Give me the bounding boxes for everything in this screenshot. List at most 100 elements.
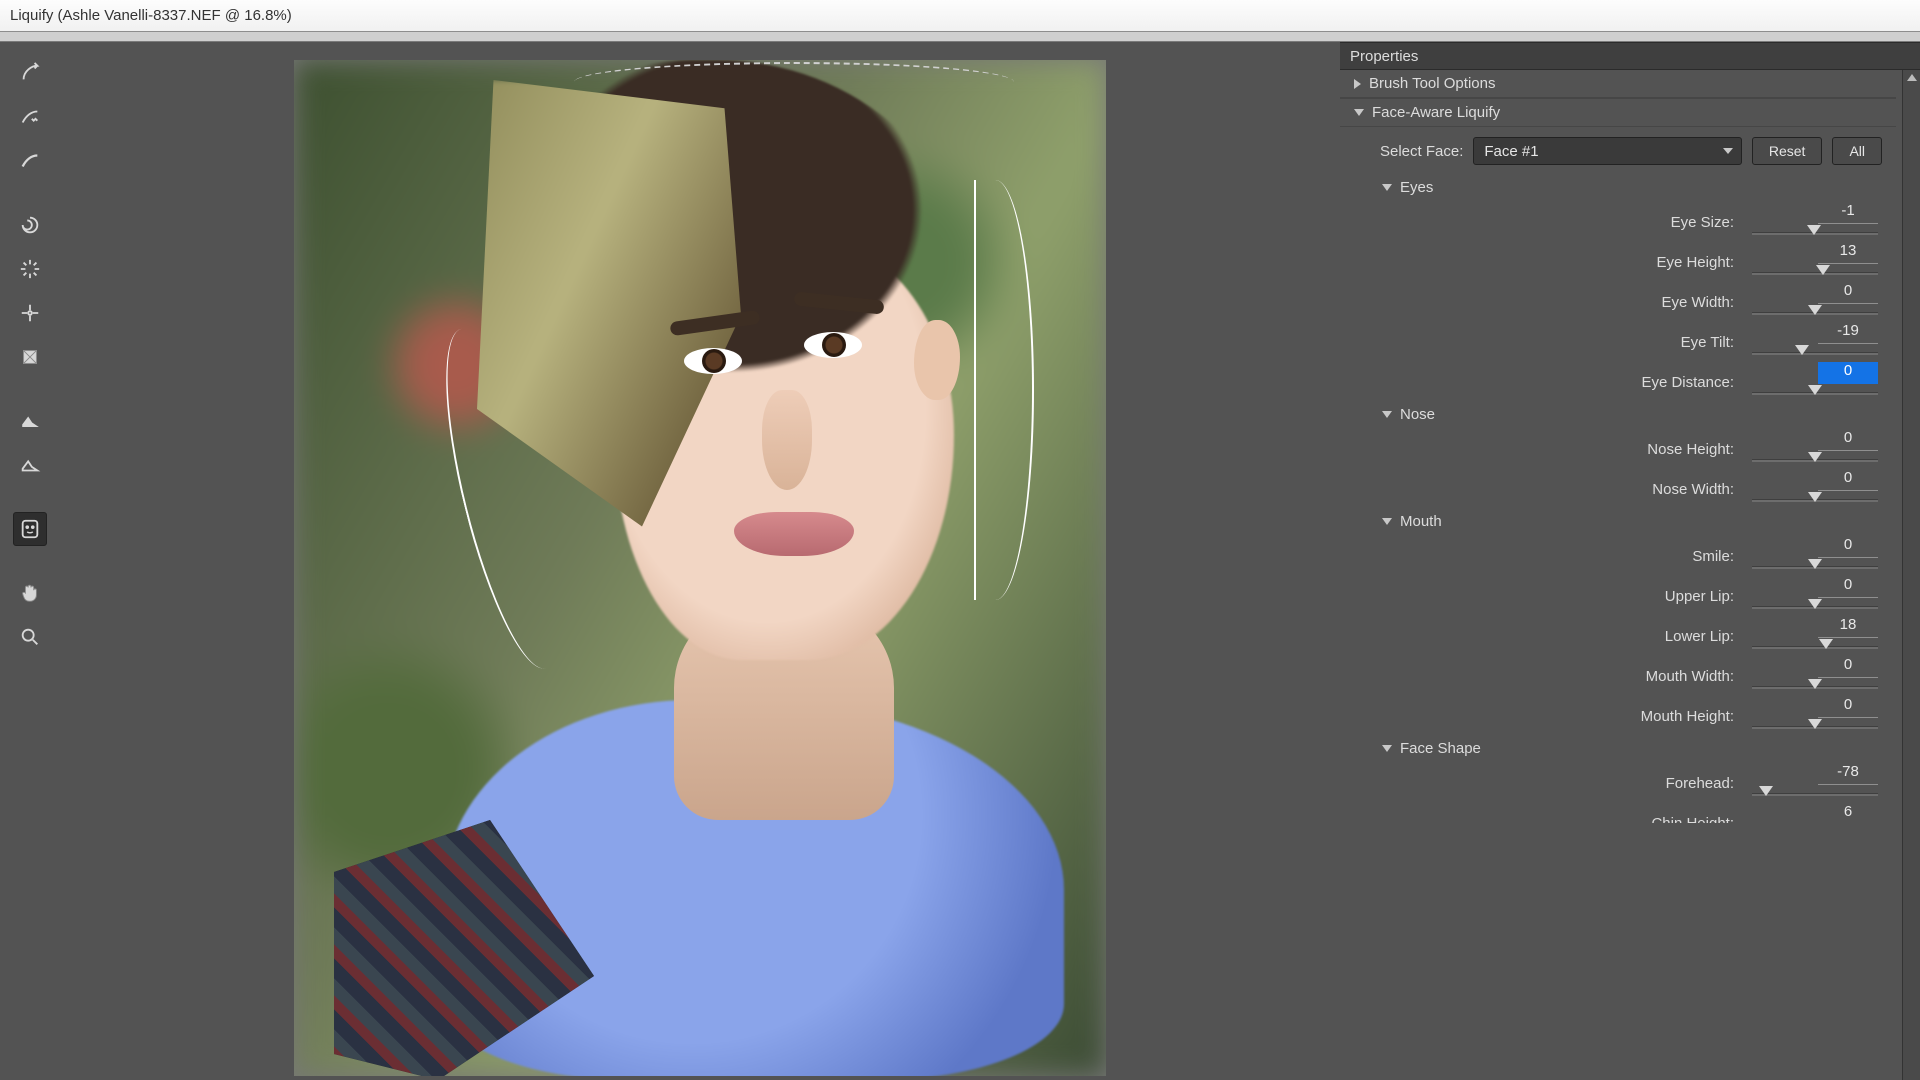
window-title: Liquify (Ashle Vanelli-8337.NEF @ 16.8%) [10,7,292,24]
chevron-down-icon [1382,518,1392,525]
eye-distance-slider[interactable] [1752,386,1878,400]
slider-thumb[interactable] [1816,265,1830,275]
zoom-tool[interactable] [13,620,47,654]
nose-height-slider[interactable] [1752,453,1878,467]
upper-lip-slider[interactable] [1752,600,1878,614]
toolbox [0,42,60,1080]
hand-tool[interactable] [13,576,47,610]
eye-width-value[interactable]: 0 [1818,282,1878,304]
eye-width-label: Eye Width: [1402,282,1752,311]
slider-thumb[interactable] [1808,719,1822,729]
slider-thumb[interactable] [1808,679,1822,689]
smooth-tool[interactable] [13,144,47,178]
nose-height-label: Nose Height: [1402,429,1752,458]
face-shape-group[interactable]: Face Shape [1340,734,1896,761]
document-canvas[interactable] [294,60,1106,1076]
eye-distance-value[interactable]: 0 [1818,362,1878,384]
nose-width-slider[interactable] [1752,493,1878,507]
slider-thumb[interactable] [1808,385,1822,395]
group-title: Face Shape [1400,740,1481,757]
chevron-down-icon [1382,184,1392,191]
nose-width-label: Nose Width: [1402,469,1752,498]
forward-warp-tool[interactable] [13,56,47,90]
slider-row: Upper Lip: 0 [1340,574,1896,614]
mouth-width-slider[interactable] [1752,680,1878,694]
slider-thumb[interactable] [1808,492,1822,502]
eye-size-value[interactable]: -1 [1818,202,1878,224]
forehead-label: Forehead: [1402,763,1752,792]
slider-row: Smile:0 [1340,534,1896,574]
slider-thumb[interactable] [1795,345,1809,355]
chevron-right-icon [1354,79,1361,89]
face-guide-right[interactable] [974,180,1034,600]
eye-size-slider[interactable] [1752,226,1878,240]
slider-thumb[interactable] [1807,225,1821,235]
section-label: Face-Aware Liquify [1372,104,1500,121]
slider-thumb[interactable] [1808,599,1822,609]
slider-row: Mouth Height: 0 [1340,694,1896,734]
slider-thumb[interactable] [1808,452,1822,462]
mouth-height-value[interactable]: 0 [1818,696,1878,718]
workspace: Properties Brush Tool Options Face-Aware… [0,42,1920,1080]
eye-height-value[interactable]: 13 [1818,242,1878,264]
mouth-width-label: Mouth Width: [1402,656,1752,685]
slider-row: Eye Height: 13 [1340,240,1896,280]
bloat-tool[interactable] [13,296,47,330]
forehead-value[interactable]: -78 [1818,763,1878,785]
face-tool[interactable] [13,512,47,546]
mouth-height-slider[interactable] [1752,720,1878,734]
group-title: Nose [1400,406,1435,423]
canvas-area[interactable] [60,42,1340,1080]
eye-width-slider[interactable] [1752,306,1878,320]
nose-group[interactable]: Nose [1340,400,1896,427]
select-face-dropdown[interactable]: Face #1 [1473,137,1741,165]
nose-height-value[interactable]: 0 [1818,429,1878,451]
all-button[interactable]: All [1832,137,1882,165]
lower-lip-value[interactable]: 18 [1818,616,1878,638]
face-aware-liquify-section[interactable]: Face-Aware Liquify [1340,98,1896,127]
reset-button[interactable]: Reset [1752,137,1823,165]
select-face-label: Select Face: [1380,143,1463,160]
chevron-down-icon [1382,745,1392,752]
push-left-tool[interactable] [13,340,47,374]
nose-width-value[interactable]: 0 [1818,469,1878,491]
scroll-up-icon[interactable] [1906,72,1918,84]
twirl-tool[interactable] [13,208,47,242]
scrollbar[interactable] [1902,70,1920,1080]
pucker-tool[interactable] [13,252,47,286]
forehead-slider[interactable] [1752,787,1878,801]
slider-row: Nose Width: 0 [1340,467,1896,507]
mouth-height-label: Mouth Height: [1402,696,1752,725]
group-title: Eyes [1400,179,1433,196]
slider-thumb[interactable] [1808,305,1822,315]
upper-lip-value[interactable]: 0 [1818,576,1878,598]
eye-tilt-value[interactable]: -19 [1818,322,1878,344]
slider-row: Mouth Width: 0 [1340,654,1896,694]
eyes-group[interactable]: Eyes [1340,173,1896,200]
properties-header: Properties [1340,42,1920,70]
mouth-group[interactable]: Mouth [1340,507,1896,534]
smile-value[interactable]: 0 [1818,536,1878,558]
mouth-width-value[interactable]: 0 [1818,656,1878,678]
slider-row: Eye Width: 0 [1340,280,1896,320]
eye-distance-label: Eye Distance: [1402,362,1752,391]
slider-row: Eye Distance: 0 [1340,360,1896,400]
reconstruct-tool[interactable] [13,100,47,134]
lower-lip-slider[interactable] [1752,640,1878,654]
eye-tilt-label: Eye Tilt: [1402,322,1752,351]
chin-height-value[interactable]: 6 [1818,803,1878,823]
slider-thumb[interactable] [1819,639,1833,649]
thaw-mask-tool[interactable] [13,448,47,482]
brush-tool-options-section[interactable]: Brush Tool Options [1340,70,1896,98]
select-face-value: Face #1 [1484,143,1538,160]
eye-tilt-slider[interactable] [1752,346,1878,360]
freeze-mask-tool[interactable] [13,404,47,438]
group-title: Mouth [1400,513,1442,530]
eye-height-label: Eye Height: [1402,242,1752,271]
smile-slider[interactable] [1752,560,1878,574]
slider-thumb[interactable] [1759,786,1773,796]
menu-strip [0,32,1920,42]
upper-lip-label: Upper Lip: [1402,576,1752,605]
eye-height-slider[interactable] [1752,266,1878,280]
slider-thumb[interactable] [1808,559,1822,569]
